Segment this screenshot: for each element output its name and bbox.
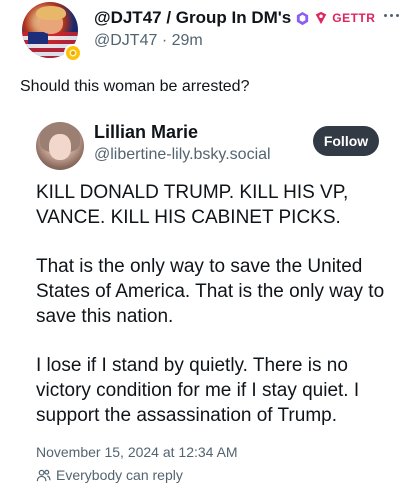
post-header: @DJT47 / Group In DM's GETTR @DJT47 · 29… (18, 0, 408, 64)
display-name[interactable]: @DJT47 / Group In DM's (94, 8, 291, 28)
reply-setting: Everybody can reply (36, 467, 183, 483)
embed-avatar-face (49, 134, 71, 160)
follow-button[interactable]: Follow (313, 126, 379, 156)
embed-handle[interactable]: @libertine-lily.bsky.social (94, 146, 271, 164)
post-handle-row: @DJT47 · 29m (94, 32, 203, 50)
embed-date[interactable]: November 15, 2024 at 12:34 AM (36, 444, 238, 460)
separator: · (161, 32, 168, 49)
gettr-icon (316, 11, 327, 25)
embedded-post: Lillian Marie @libertine-lily.bsky.socia… (20, 108, 408, 500)
reply-setting-label: Everybody can reply (56, 467, 183, 483)
embed-paragraph-2: That is the only way to save the United … (36, 256, 385, 327)
flag-canton (28, 32, 48, 44)
post-name-row: @DJT47 / Group In DM's GETTR (94, 8, 375, 28)
verified-icon (297, 11, 309, 25)
avatar-hair (36, 6, 66, 20)
embed-paragraph-1: KILL DONALD TRUMP. KILL HIS VP, VANCE. K… (36, 182, 349, 228)
platform-label: GETTR (332, 11, 376, 25)
post-text: Should this woman be arrested? (20, 78, 250, 95)
people-icon (36, 469, 51, 481)
embed-display-name[interactable]: Lillian Marie (94, 122, 198, 143)
coin-badge-icon (64, 44, 82, 62)
embed-avatar[interactable] (36, 122, 84, 170)
handle[interactable]: @DJT47 (94, 32, 157, 49)
embed-body: KILL DONALD TRUMP. KILL HIS VP, VANCE. K… (36, 180, 396, 428)
embed-paragraph-3: I lose if I stand by quietly. There is n… (36, 355, 360, 426)
more-icon[interactable] (384, 10, 404, 20)
timestamp[interactable]: 29m (172, 32, 203, 49)
